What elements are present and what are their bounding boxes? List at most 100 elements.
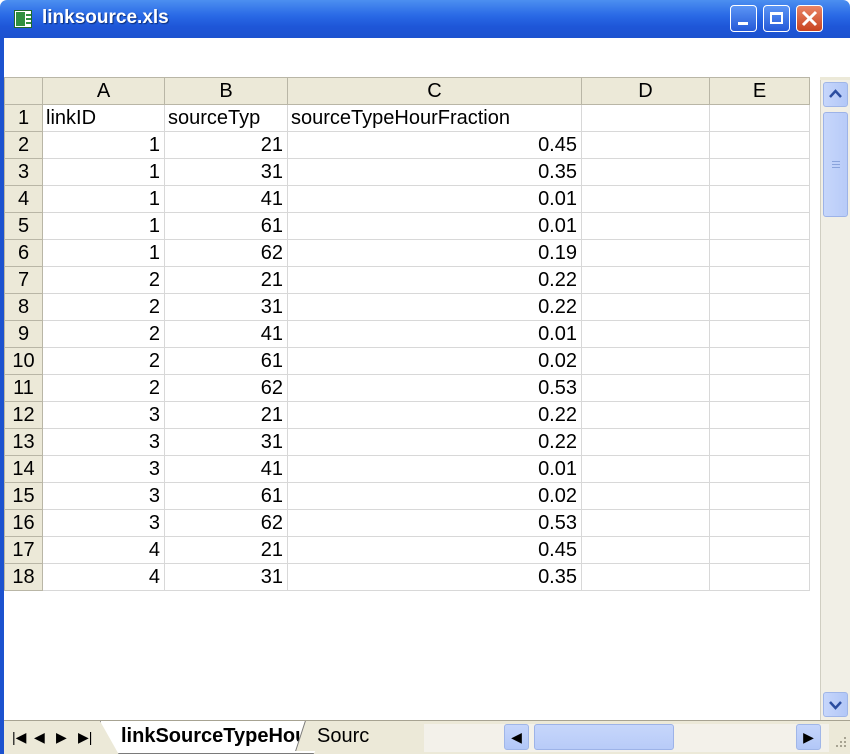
cell-a[interactable]: linkID [42,104,165,132]
cell-e[interactable] [709,266,810,294]
cell-b[interactable]: 31 [164,563,288,591]
cell-e[interactable] [709,509,810,537]
cell-d[interactable] [581,320,710,348]
last-sheet-icon[interactable]: ▶| [78,729,92,745]
row-header[interactable]: 15 [4,482,43,510]
cell-a[interactable]: 2 [42,347,165,375]
cell-b[interactable]: 41 [164,320,288,348]
cell-e[interactable] [709,320,810,348]
cell-b[interactable]: 61 [164,482,288,510]
next-sheet-icon[interactable]: ▶ [56,729,67,745]
cell-c[interactable]: sourceTypeHourFraction [287,104,582,132]
cell-e[interactable] [709,104,810,132]
maximize-button[interactable] [763,5,790,32]
cell-e[interactable] [709,239,810,267]
cell-d[interactable] [581,239,710,267]
cell-c[interactable]: 0.02 [287,482,582,510]
cell-c[interactable]: 0.35 [287,158,582,186]
column-header-b[interactable]: B [164,77,288,105]
cell-d[interactable] [581,131,710,159]
cell-d[interactable] [581,293,710,321]
row-header[interactable]: 8 [4,293,43,321]
cell-d[interactable] [581,536,710,564]
row-header[interactable]: 3 [4,158,43,186]
cell-b[interactable]: 31 [164,428,288,456]
cell-a[interactable]: 4 [42,563,165,591]
title-bar[interactable]: linksource.xls [0,0,850,38]
spreadsheet-grid[interactable]: A B C D E 1 linkID sourceTyp sourceTypeHour… [4,77,810,591]
cell-b[interactable]: 31 [164,158,288,186]
cell-d[interactable] [581,212,710,240]
cell-c[interactable]: 0.45 [287,536,582,564]
cell-d[interactable] [581,104,710,132]
cell-a[interactable]: 2 [42,293,165,321]
first-sheet-icon[interactable]: |◀ [12,729,26,745]
row-header[interactable]: 4 [4,185,43,213]
sheet-tab-2[interactable]: Sourc [295,721,435,751]
excel-file-icon[interactable] [14,10,32,28]
cell-d[interactable] [581,185,710,213]
resize-grip-icon[interactable] [832,733,848,749]
cell-d[interactable] [581,563,710,591]
cell-b[interactable]: 62 [164,509,288,537]
cell-a[interactable]: 2 [42,320,165,348]
cell-a[interactable]: 1 [42,131,165,159]
cell-a[interactable]: 2 [42,374,165,402]
row-header[interactable]: 10 [4,347,43,375]
cell-b[interactable]: 62 [164,239,288,267]
scroll-up-button[interactable] [823,82,848,107]
cell-c[interactable]: 0.19 [287,239,582,267]
cell-c[interactable]: 0.45 [287,131,582,159]
cell-e[interactable] [709,347,810,375]
cell-d[interactable] [581,482,710,510]
cell-b[interactable]: 21 [164,401,288,429]
cell-c[interactable]: 0.01 [287,320,582,348]
cell-e[interactable] [709,401,810,429]
cell-e[interactable] [709,131,810,159]
cell-d[interactable] [581,347,710,375]
cell-e[interactable] [709,293,810,321]
cell-c[interactable]: 0.01 [287,455,582,483]
cell-e[interactable] [709,185,810,213]
cell-a[interactable]: 1 [42,239,165,267]
row-header[interactable]: 6 [4,239,43,267]
column-header-c[interactable]: C [287,77,582,105]
cell-a[interactable]: 1 [42,212,165,240]
cell-a[interactable]: 1 [42,185,165,213]
cell-e[interactable] [709,563,810,591]
cell-d[interactable] [581,374,710,402]
cell-e[interactable] [709,374,810,402]
cell-a[interactable]: 2 [42,266,165,294]
column-header-e[interactable]: E [709,77,810,105]
cell-a[interactable]: 4 [42,536,165,564]
cell-b[interactable]: 41 [164,455,288,483]
scroll-right-icon[interactable]: ▶ [796,724,821,750]
cell-a[interactable]: 3 [42,455,165,483]
row-header[interactable]: 12 [4,401,43,429]
cell-e[interactable] [709,212,810,240]
row-header[interactable]: 7 [4,266,43,294]
cell-b[interactable]: 41 [164,185,288,213]
cell-e[interactable] [709,158,810,186]
cell-d[interactable] [581,266,710,294]
cell-b[interactable]: 21 [164,131,288,159]
cell-c[interactable]: 0.22 [287,428,582,456]
cell-c[interactable]: 0.35 [287,563,582,591]
row-header[interactable]: 16 [4,509,43,537]
cell-b[interactable]: 61 [164,347,288,375]
prev-sheet-icon[interactable]: ◀ [34,729,45,745]
horizontal-scroll-thumb[interactable] [534,724,674,750]
scroll-down-button[interactable] [823,692,848,717]
cell-a[interactable]: 3 [42,509,165,537]
vertical-scrollbar[interactable] [820,80,850,720]
cell-d[interactable] [581,158,710,186]
row-header[interactable]: 2 [4,131,43,159]
scroll-thumb[interactable] [823,112,848,217]
cell-c[interactable]: 0.22 [287,266,582,294]
cell-c[interactable]: 0.01 [287,212,582,240]
row-header[interactable]: 11 [4,374,43,402]
cell-b[interactable]: 61 [164,212,288,240]
cell-a[interactable]: 1 [42,158,165,186]
cell-d[interactable] [581,401,710,429]
row-header[interactable]: 13 [4,428,43,456]
